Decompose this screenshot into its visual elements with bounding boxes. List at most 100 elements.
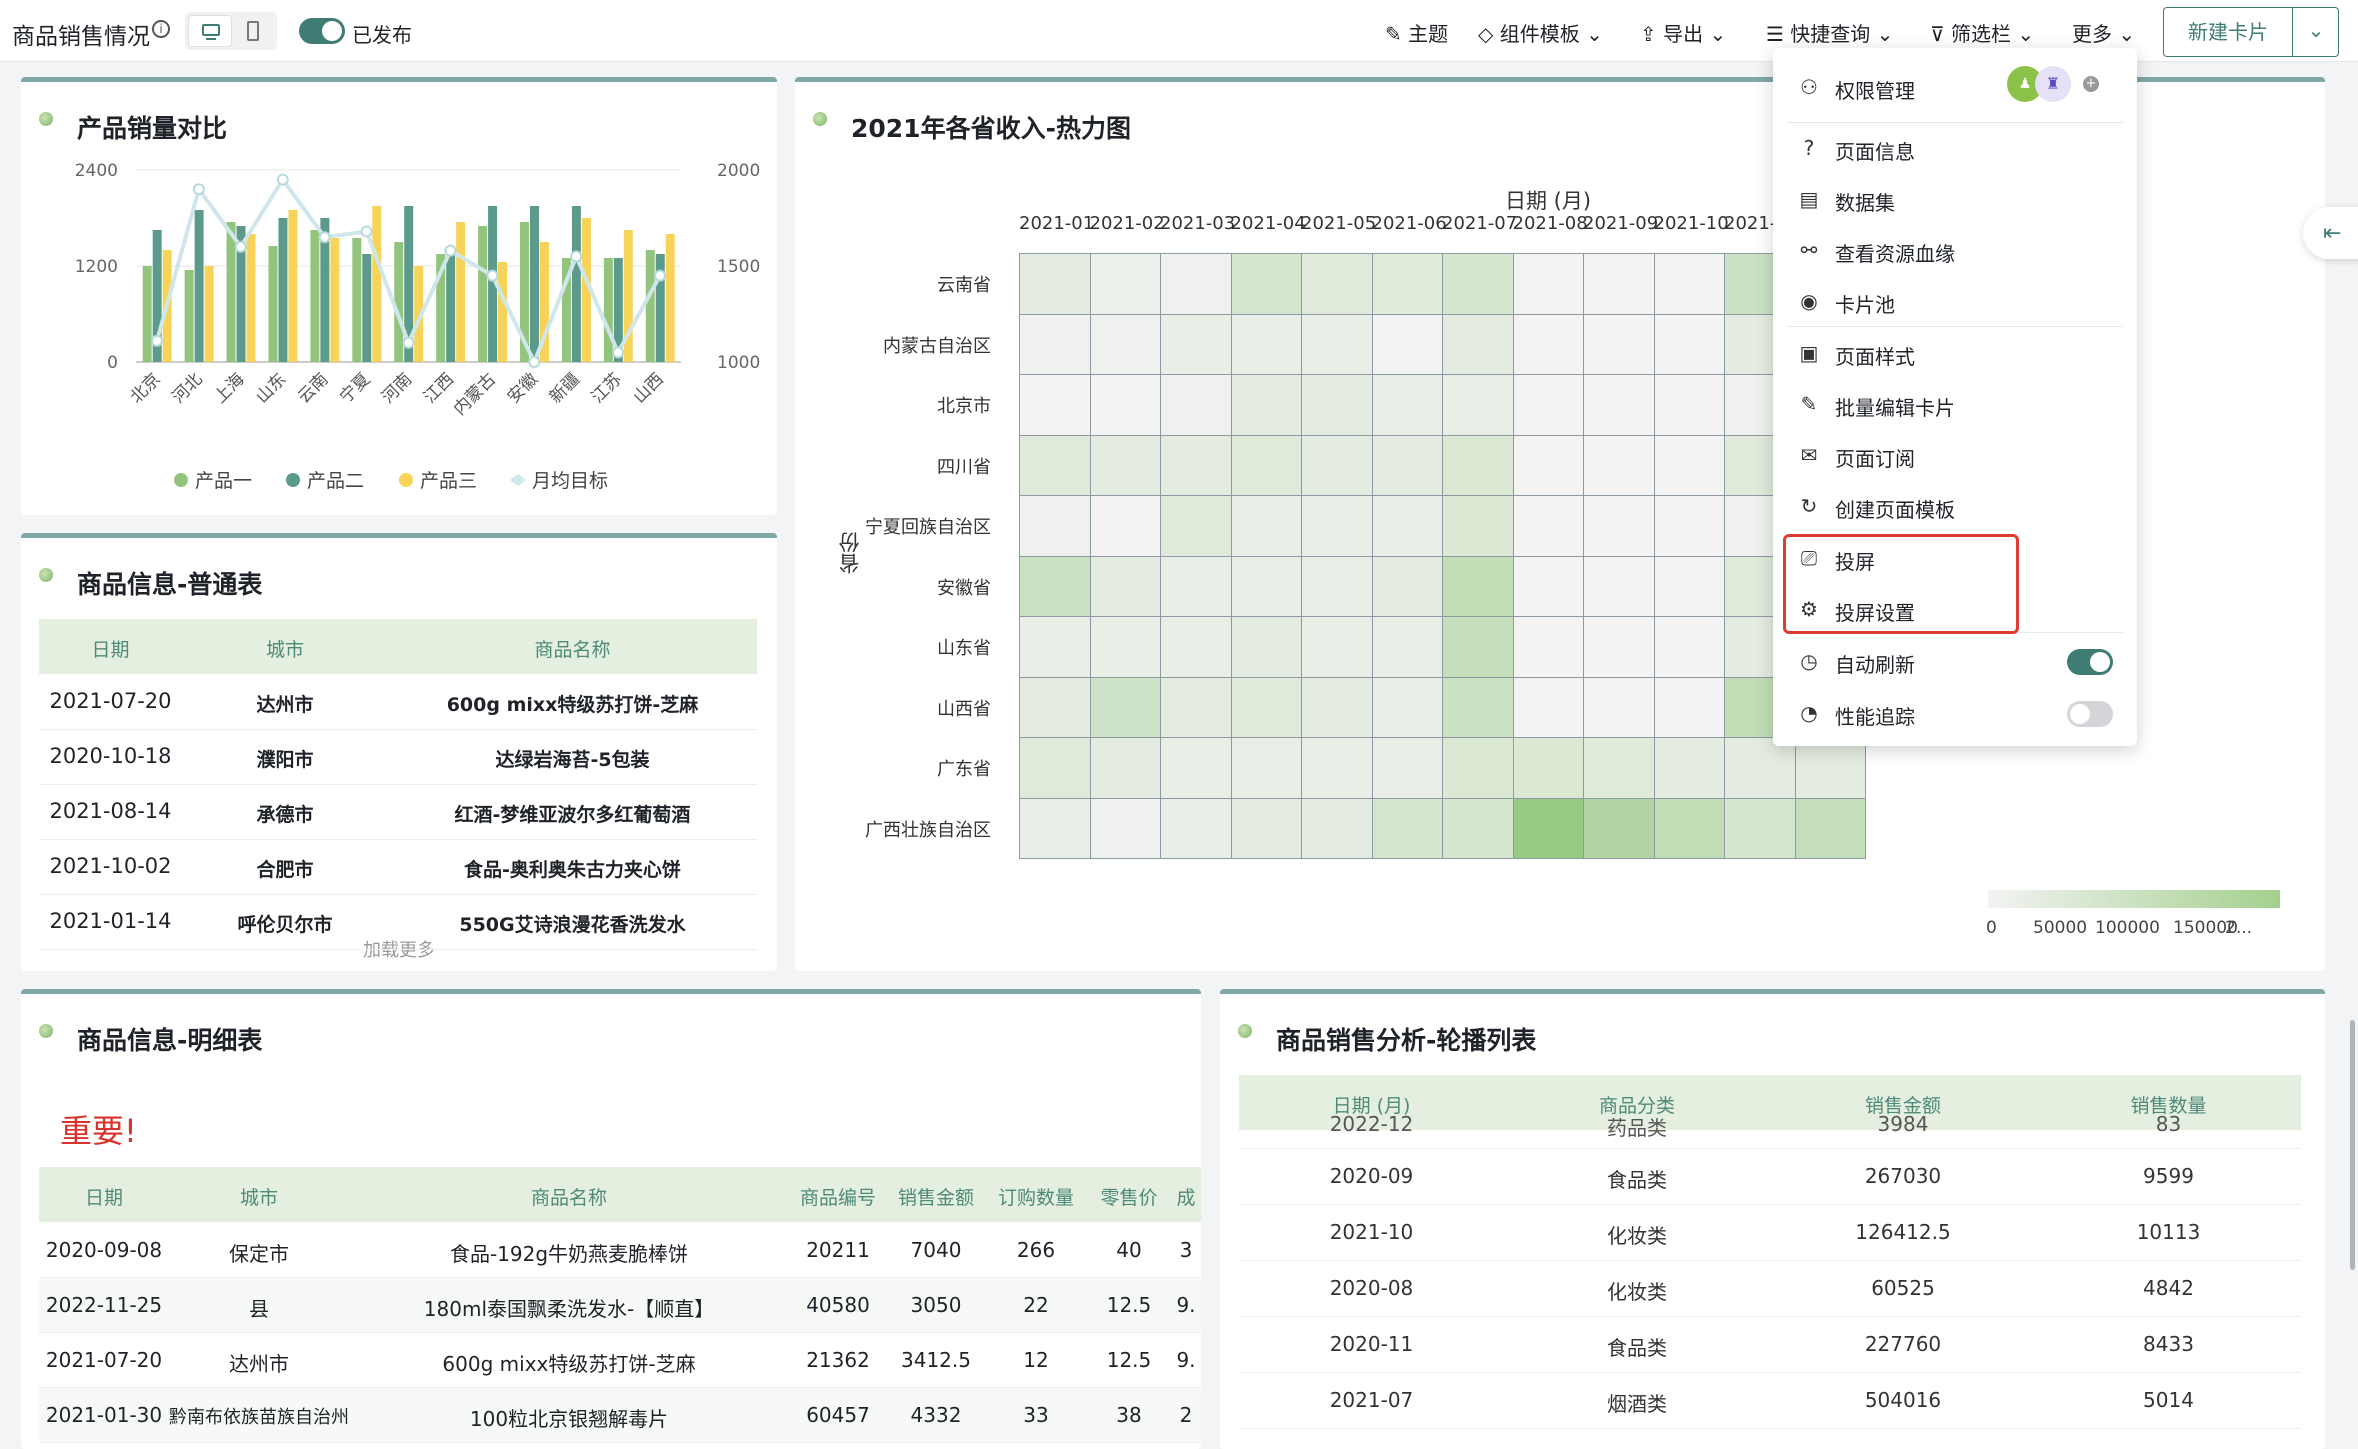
heatmap-cell[interactable] [1089,374,1161,436]
heatmap-cell[interactable] [1019,434,1091,496]
heatmap-cell[interactable] [1301,434,1373,496]
heatmap-cell[interactable] [1653,555,1725,617]
heatmap-cell[interactable] [1160,737,1232,799]
heatmap-cell[interactable] [1512,313,1584,375]
heatmap-cell[interactable] [1442,676,1514,738]
heatmap-cell[interactable] [1512,374,1584,436]
menu-item-dataset[interactable]: ▤ 数据集 [1773,175,2137,223]
heatmap-cell[interactable] [1442,555,1514,617]
heatmap-cell[interactable] [1583,495,1655,557]
heatmap-cell[interactable] [1653,737,1725,799]
info-icon[interactable]: i [152,20,170,38]
menu-item-question-circle[interactable]: ? 页面信息 [1773,124,2137,172]
heatmap-cell[interactable] [1442,616,1514,678]
heatmap-cell[interactable] [1301,253,1373,315]
heatmap-cell[interactable] [1724,797,1796,859]
heatmap-cell[interactable] [1301,616,1373,678]
heatmap-cell[interactable] [1442,253,1514,315]
heatmap-cell[interactable] [1089,676,1161,738]
heatmap-cell[interactable] [1512,555,1584,617]
heatmap-cell[interactable] [1089,495,1161,557]
heatmap-cell[interactable] [1019,374,1091,436]
heatmap-cell[interactable] [1089,555,1161,617]
heatmap-cell[interactable] [1653,495,1725,557]
new-card-button[interactable]: 新建卡片 [2164,8,2292,56]
heatmap-cell[interactable] [1230,313,1302,375]
heatmap-cell[interactable] [1512,797,1584,859]
table-row[interactable]: 2021-10 化妆类 126412.5 10113 [1220,1205,2325,1261]
heatmap-cell[interactable] [1089,737,1161,799]
menu-item-batch-edit[interactable]: ✎ 批量编辑卡片 [1773,380,2137,428]
heatmap-cell[interactable] [1371,616,1443,678]
table-row[interactable]: 2022-12 药品类 3984 83 [1220,1112,2325,1148]
menu-item-mail[interactable]: ✉ 页面订阅 [1773,431,2137,479]
heatmap-cell[interactable] [1019,616,1091,678]
chevron-down-icon[interactable]: ⌄ [2293,8,2339,56]
filter-bar-button[interactable]: ⊽ 筛选栏 ⌄ [1930,18,2034,47]
heatmap-cell[interactable] [1442,434,1514,496]
side-panel-toggle[interactable]: ⇤ [2303,207,2358,259]
mobile-icon[interactable] [247,21,259,41]
heatmap-cell[interactable] [1442,374,1514,436]
heatmap-cell[interactable] [1230,676,1302,738]
heatmap-cell[interactable] [1653,434,1725,496]
heatmap-cell[interactable] [1653,313,1725,375]
heatmap-cell[interactable] [1301,374,1373,436]
heatmap-cell[interactable] [1583,737,1655,799]
heatmap-cell[interactable] [1089,253,1161,315]
table-row[interactable]: 2020-09-08 保定市 食品-192g牛奶燕麦脆棒饼 20211 7040 266 4… [21,1223,1201,1278]
heatmap-cell[interactable] [1512,676,1584,738]
table-row[interactable]: 2021-10-02 合肥市 食品-奥利奥朱古力夹心饼 [39,840,757,895]
heatmap-cell[interactable] [1019,495,1091,557]
menu-item-eye-hidden[interactable]: ◉ 卡片池 [1773,277,2137,325]
heatmap-cell[interactable] [1371,495,1443,557]
heatmap-cell[interactable] [1089,313,1161,375]
page-scrollbar[interactable] [2350,1020,2355,1270]
heatmap-cell[interactable] [1230,797,1302,859]
publish-toggle[interactable] [299,18,345,44]
heatmap-cell[interactable] [1371,253,1443,315]
heatmap-cell[interactable] [1653,374,1725,436]
heatmap-cell[interactable] [1442,737,1514,799]
heatmap-cell[interactable] [1371,555,1443,617]
heatmap-cell[interactable] [1301,676,1373,738]
heatmap-cell[interactable] [1653,676,1725,738]
heatmap-cell[interactable] [1653,797,1725,859]
heatmap-cell[interactable] [1512,495,1584,557]
heatmap-cell[interactable] [1160,313,1232,375]
heatmap-cell[interactable] [1512,616,1584,678]
heatmap-cell[interactable] [1160,797,1232,859]
component-template-button[interactable]: ◇ 组件模板 ⌄ [1478,18,1603,47]
menu-item-page-style[interactable]: ▣ 页面样式 [1773,329,2137,377]
heatmap-cell[interactable] [1442,313,1514,375]
heatmap-cell[interactable] [1371,374,1443,436]
heatmap-cell[interactable] [1301,797,1373,859]
theme-button[interactable]: ✎ 主题 [1385,18,1448,47]
heatmap-cell[interactable] [1230,495,1302,557]
heatmap-cell[interactable] [1512,434,1584,496]
heatmap-cell[interactable] [1301,313,1373,375]
heatmap-cell[interactable] [1019,737,1091,799]
heatmap-cell[interactable] [1089,434,1161,496]
heatmap-cell[interactable] [1653,616,1725,678]
heatmap-cell[interactable] [1583,313,1655,375]
heatmap-cell[interactable] [1512,737,1584,799]
heatmap-cell[interactable] [1019,313,1091,375]
heatmap-cell[interactable] [1583,434,1655,496]
table-row[interactable]: 2021-07-20 达州市 600g mixx特级苏打饼-芝麻 [39,675,757,730]
heatmap-cell[interactable] [1794,797,1866,859]
menu-item-performance[interactable]: ◔ 性能追踪 [1773,689,2137,737]
table-row[interactable]: 2021-01-30 黔南布依族苗族自治州 100粒北京银翘解毒片 60457 4332… [21,1388,1201,1443]
table-row[interactable]: 2022-11-25 县 180ml泰国飘柔洗发水-【顺直】 40580 3050 22 1… [21,1278,1201,1333]
quick-query-button[interactable]: ☰ 快捷查询 ⌄ [1766,18,1893,47]
heatmap-cell[interactable] [1583,253,1655,315]
table-row[interactable]: 2020-11 食品类 227760 8433 [1220,1317,2325,1373]
menu-item-clock[interactable]: ◷ 自动刷新 [1773,637,2137,685]
heatmap-cell[interactable] [1371,434,1443,496]
heatmap-cell[interactable] [1230,374,1302,436]
heatmap-cell[interactable] [1583,555,1655,617]
heatmap-cell[interactable] [1230,737,1302,799]
menu-item-refresh-template[interactable]: ↻ 创建页面模板 [1773,482,2137,530]
heatmap-cell[interactable] [1230,434,1302,496]
export-button[interactable]: ⇪ 导出 ⌄ [1640,18,1726,47]
